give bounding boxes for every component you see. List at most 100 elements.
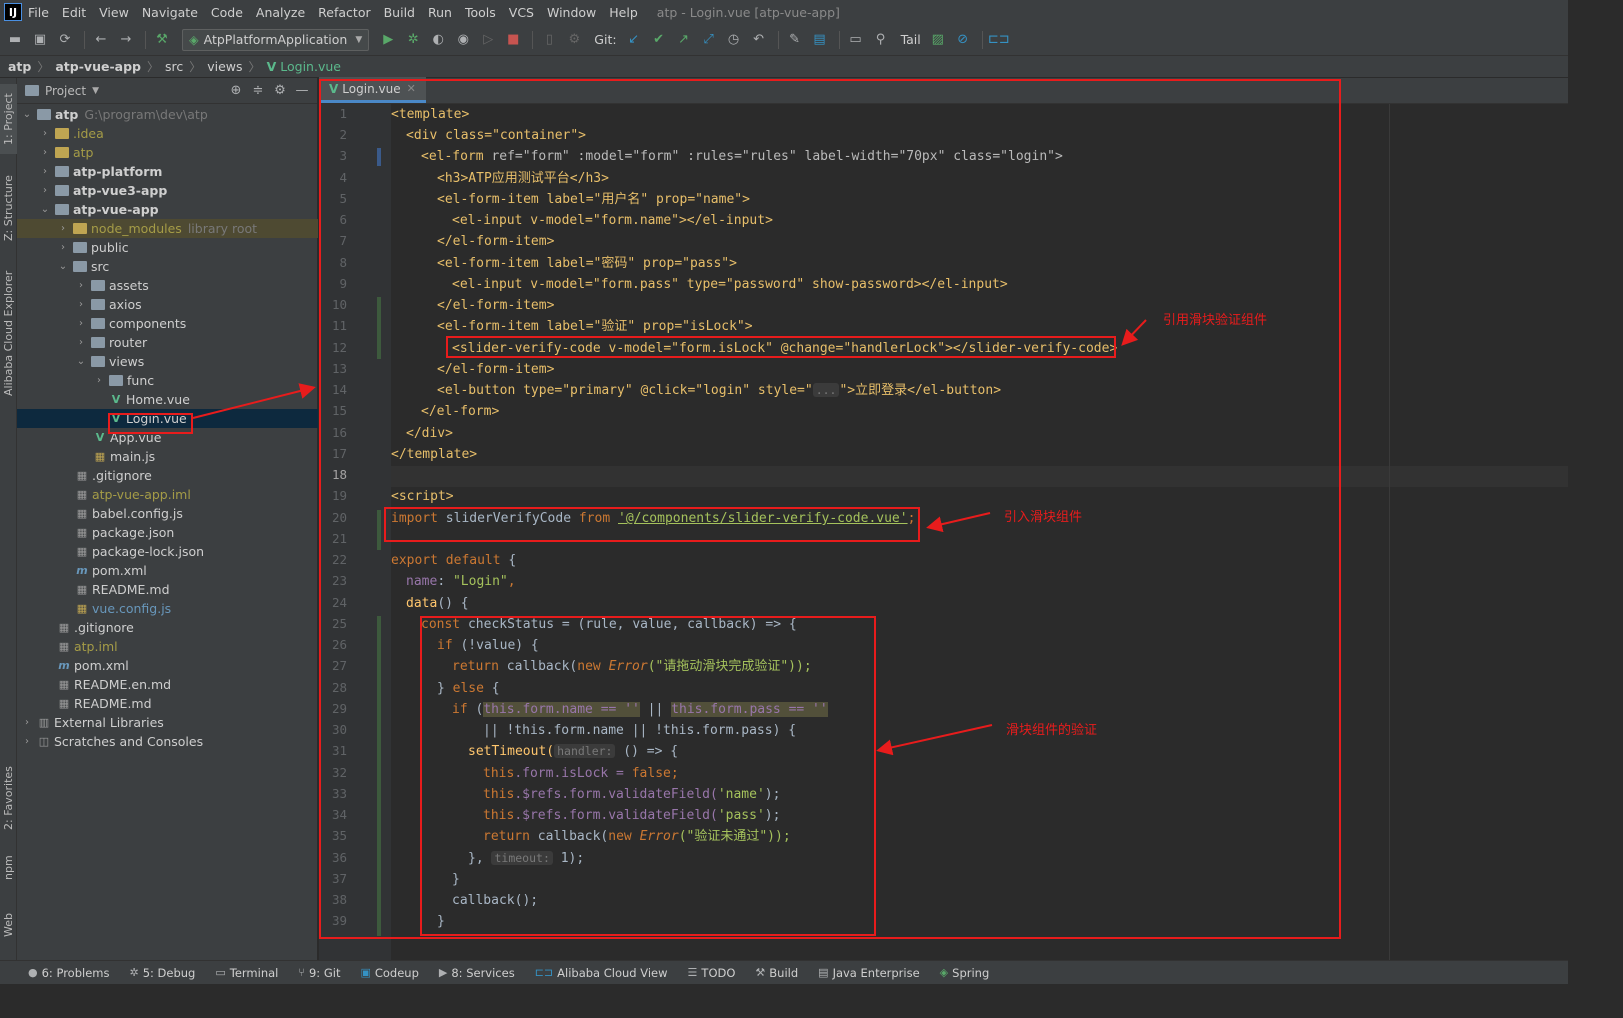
resume-icon[interactable]: ▷ — [477, 29, 499, 51]
collapsed-arrow-icon[interactable]: › — [21, 736, 33, 747]
alibaba-cloud-icon[interactable]: ⊏⊐ — [988, 29, 1010, 51]
tree-item-atp[interactable]: › atp — [17, 143, 318, 162]
attach-icon[interactable]: ▯ — [538, 29, 560, 51]
tool-services[interactable]: ▶ 8: Services — [439, 966, 515, 980]
tool-spring[interactable]: ◈ Spring — [940, 966, 990, 980]
tab-alibaba-cloud-explorer[interactable]: Alibaba Cloud Explorer — [0, 268, 17, 398]
menu-window[interactable]: Window — [547, 5, 596, 20]
tree-item-readme-md[interactable]: ▦ README.md — [17, 580, 318, 599]
expanded-arrow-icon[interactable]: ⌄ — [21, 109, 33, 120]
tree-item-atp-vue-app-iml[interactable]: ▦ atp-vue-app.iml — [17, 485, 318, 504]
git-push-icon[interactable]: ↗ — [673, 29, 695, 51]
gear-icon[interactable]: ⚙ — [271, 83, 289, 98]
collapsed-arrow-icon[interactable]: › — [75, 280, 87, 291]
run-configuration-select[interactable]: ◈ AtpPlatformApplication ▼ — [182, 28, 370, 51]
collapsed-arrow-icon[interactable]: › — [57, 242, 69, 253]
menu-vcs[interactable]: VCS — [509, 5, 534, 20]
coverage-icon[interactable]: ◐ — [427, 29, 449, 51]
tree-item-atp-platform[interactable]: › atp-platform — [17, 162, 318, 181]
menu-run[interactable]: Run — [428, 5, 452, 20]
open-folder-icon[interactable]: ▬ — [4, 29, 26, 51]
save-icon[interactable]: ▣ — [29, 29, 51, 51]
tail-label[interactable]: Tail — [901, 32, 921, 47]
expanded-arrow-icon[interactable]: ⌄ — [75, 356, 87, 367]
sync-icon[interactable]: ⟳ — [54, 29, 76, 51]
run-icon[interactable]: ▶ — [377, 29, 399, 51]
tree-item-axios[interactable]: › axios — [17, 295, 318, 314]
tree-item-home-vue[interactable]: V Home.vue — [17, 390, 318, 409]
tab-web[interactable]: Web — [0, 903, 17, 948]
tool-codeup[interactable]: ▣ Codeup — [360, 966, 418, 980]
git-fetch-icon[interactable]: ⤢ — [698, 29, 720, 51]
settings-wrench-icon[interactable]: ✎ — [784, 29, 806, 51]
tree-item-atp-root[interactable]: ⌄ atp G:\program\dev\atp — [17, 105, 318, 124]
minimize-icon[interactable]: — — [293, 83, 311, 98]
menu-analyze[interactable]: Analyze — [256, 5, 305, 20]
tool-java-enterprise[interactable]: ▤ Java Enterprise — [818, 966, 920, 980]
tree-item-babel-config[interactable]: ▦ babel.config.js — [17, 504, 318, 523]
tree-item-gitignore[interactable]: ▦ .gitignore — [17, 466, 318, 485]
tree-item-node-modules[interactable]: › node_modules library root — [17, 219, 318, 238]
breadcrumb-item[interactable]: atp — [8, 59, 31, 74]
collapsed-arrow-icon[interactable]: › — [93, 375, 105, 386]
tree-item-src[interactable]: ⌄ src — [17, 257, 318, 276]
tree-item-router[interactable]: › router — [17, 333, 318, 352]
collapsed-arrow-icon[interactable]: › — [39, 166, 51, 177]
breadcrumb-item[interactable]: Login.vue — [280, 59, 341, 74]
collapsed-arrow-icon[interactable]: › — [39, 128, 51, 139]
collapse-all-icon[interactable]: ≑ — [249, 83, 267, 98]
tree-item-assets[interactable]: › assets — [17, 276, 318, 295]
tree-item-external-libraries[interactable]: › ▥ External Libraries — [17, 713, 318, 732]
tab-npm[interactable]: npm — [0, 848, 17, 888]
breadcrumb-item[interactable]: src — [165, 59, 183, 74]
menu-help[interactable]: Help — [609, 5, 638, 20]
tab-project[interactable]: 1: Project — [0, 84, 17, 154]
collapsed-arrow-icon[interactable]: › — [75, 337, 87, 348]
tree-item-atp-vue-app[interactable]: ⌄ atp-vue-app — [17, 200, 318, 219]
menu-view[interactable]: View — [99, 5, 129, 20]
intellij-icon[interactable]: IJ — [4, 3, 22, 21]
menu-tools[interactable]: Tools — [465, 5, 496, 20]
tree-item-atp-iml[interactable]: ▦ atp.iml — [17, 637, 318, 656]
search-icon[interactable]: ⚲ — [870, 29, 892, 51]
build-hammer-icon[interactable]: ⚒ — [151, 29, 173, 51]
tool-problems[interactable]: ● 6: Problems — [28, 966, 109, 980]
tree-item-login-vue[interactable]: V Login.vue — [17, 409, 318, 428]
menu-refactor[interactable]: Refactor — [318, 5, 370, 20]
menu-navigate[interactable]: Navigate — [142, 5, 198, 20]
collapsed-arrow-icon[interactable]: › — [39, 147, 51, 158]
expanded-arrow-icon[interactable]: ⌄ — [57, 261, 69, 272]
collapsed-arrow-icon[interactable]: › — [21, 717, 33, 728]
locate-icon[interactable]: ⊕ — [227, 83, 245, 98]
git-update-icon[interactable]: ↙ — [623, 29, 645, 51]
profile-icon[interactable]: ◉ — [452, 29, 474, 51]
menu-edit[interactable]: Edit — [62, 5, 86, 20]
coverage-data-icon[interactable]: ⚙ — [563, 29, 585, 51]
code-area[interactable]: <template> <div class="container"> <el-f… — [391, 104, 1568, 960]
tool-alibaba-cloud-view[interactable]: ⊏⊐ Alibaba Cloud View — [535, 966, 668, 980]
tab-favorites[interactable]: 2: Favorites — [0, 758, 17, 838]
monitor-icon[interactable]: ▨ — [927, 29, 949, 51]
rollback-icon[interactable]: ↶ — [748, 29, 770, 51]
tree-item-views[interactable]: ⌄ views — [17, 352, 318, 371]
tree-item-public[interactable]: › public — [17, 238, 318, 257]
terminal-icon[interactable]: ▭ — [845, 29, 867, 51]
tree-item-idea[interactable]: › .idea — [17, 124, 318, 143]
project-panel-title[interactable]: Project — [45, 84, 86, 98]
tree-item-components[interactable]: › components — [17, 314, 318, 333]
tree-item-package-lock-json[interactable]: ▦ package-lock.json — [17, 542, 318, 561]
tree-item-pom-xml[interactable]: m pom.xml — [17, 561, 318, 580]
tree-item-app-vue[interactable]: V App.vue — [17, 428, 318, 447]
tool-debug[interactable]: ✲ 5: Debug — [129, 966, 195, 980]
tree-item-readme-md-root[interactable]: ▦ README.md — [17, 694, 318, 713]
tool-build[interactable]: ⚒ Build — [755, 966, 798, 980]
history-icon[interactable]: ◷ — [723, 29, 745, 51]
debug-icon[interactable]: ✲ — [402, 29, 424, 51]
tree-item-package-json[interactable]: ▦ package.json — [17, 523, 318, 542]
tab-structure[interactable]: Z: Structure — [0, 168, 17, 248]
expanded-arrow-icon[interactable]: ⌄ — [39, 204, 51, 215]
breadcrumb-item[interactable]: views — [207, 59, 242, 74]
tree-item-gitignore-root[interactable]: ▦ .gitignore — [17, 618, 318, 637]
tree-item-scratches[interactable]: › ◫ Scratches and Consoles — [17, 732, 318, 751]
collapsed-arrow-icon[interactable]: › — [75, 318, 87, 329]
